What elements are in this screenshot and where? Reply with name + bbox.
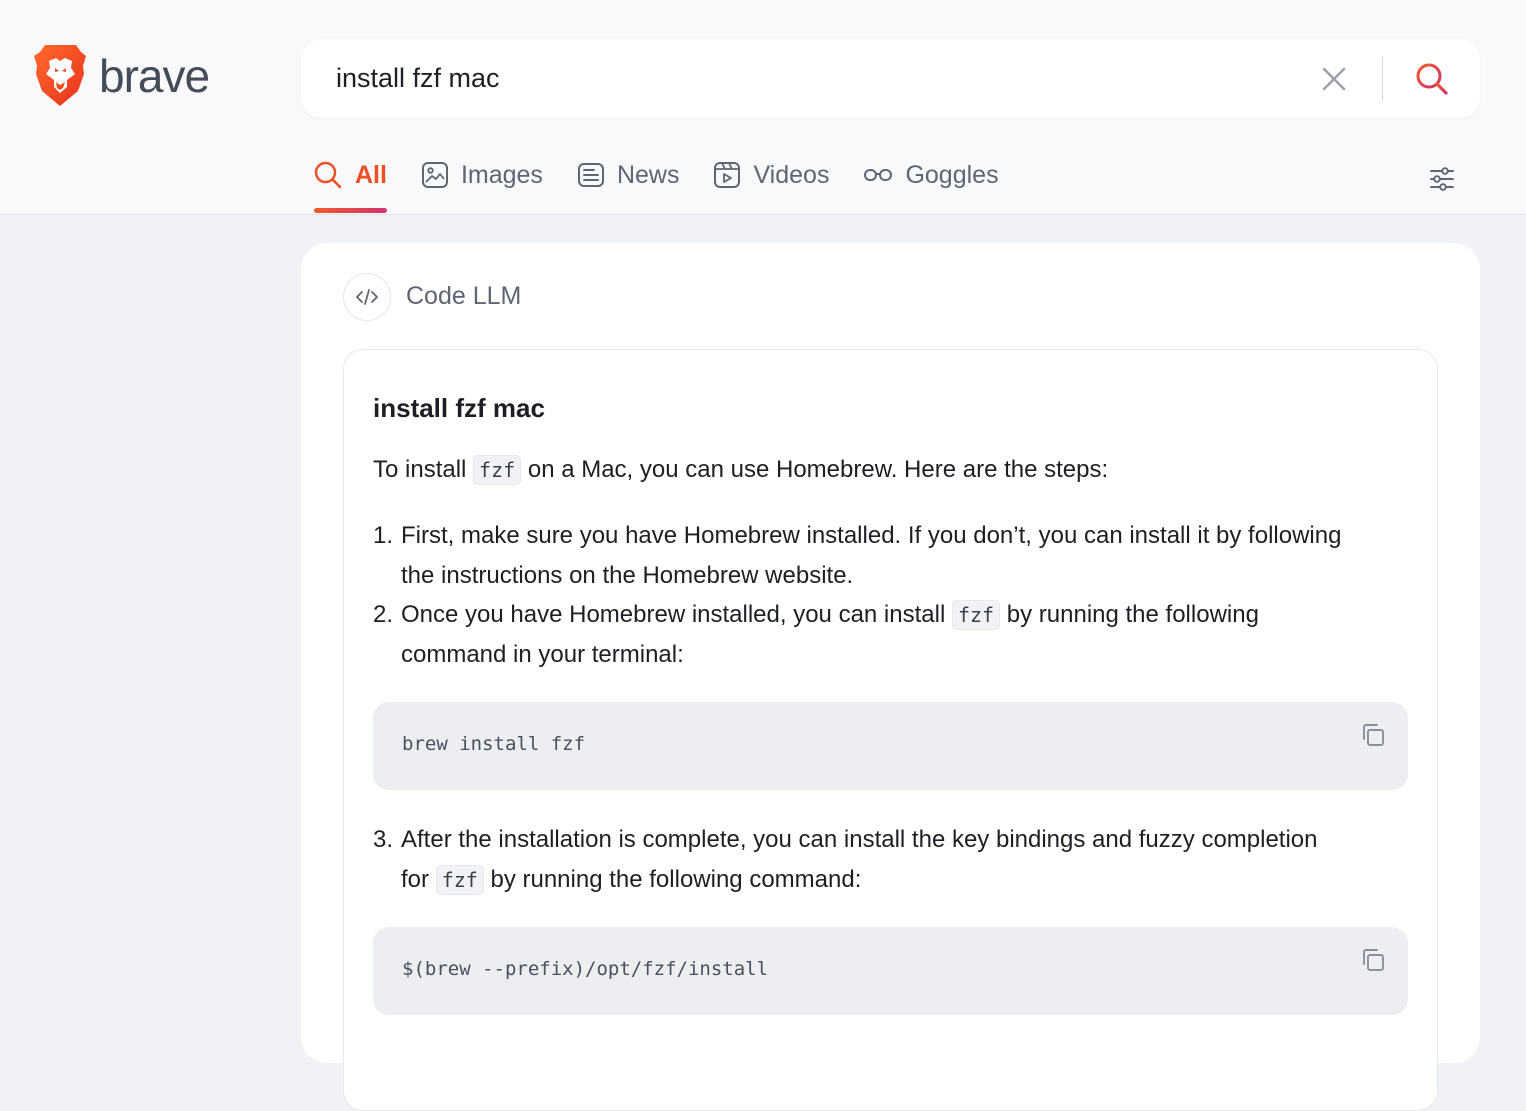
inline-code: fzf	[951, 600, 1001, 630]
brave-lion-icon	[34, 45, 86, 106]
copy-icon[interactable]	[1360, 947, 1386, 973]
tab-news[interactable]: News	[577, 160, 680, 190]
copy-icon[interactable]	[1360, 722, 1386, 748]
tab-goggles-label: Goggles	[905, 160, 999, 189]
image-icon	[421, 162, 448, 188]
header: brave install fzf mac All Images News Vi…	[0, 0, 1526, 215]
search-icon[interactable]	[1414, 61, 1450, 97]
code-block: brew install fzf	[373, 702, 1408, 790]
tab-news-label: News	[616, 160, 680, 189]
step-line: After the installation is complete, you …	[401, 826, 1318, 853]
code-text[interactable]: brew install fzf	[402, 733, 585, 755]
step-number: 3.	[373, 826, 394, 853]
code-llm-badge	[343, 273, 391, 321]
answer-intro: To install fzf on a Mac, you can use Hom…	[373, 450, 1108, 490]
brand-wordmark: brave	[99, 49, 210, 102]
code-llm-panel: Code LLM install fzf mac To install fzf …	[301, 243, 1480, 1111]
search-icon	[314, 161, 342, 189]
tab-all-label: All	[355, 160, 387, 189]
search-tabs: All Images News Videos Goggles	[313, 160, 1033, 190]
step-number: 2.	[373, 601, 394, 628]
step-text-after: by running the following	[1000, 601, 1259, 628]
step-text-after: by running the following command:	[483, 866, 862, 893]
answer-card: install fzf mac To install fzf on a Mac,…	[343, 349, 1438, 1111]
tab-images[interactable]: Images	[421, 161, 543, 190]
tab-videos[interactable]: Videos	[713, 161, 829, 190]
step-3: 3. After the installation is complete, y…	[373, 820, 1318, 900]
step-number: 1.	[373, 522, 394, 549]
answer-title: install fzf mac	[373, 393, 545, 423]
step-line: for fzf by running the following command…	[373, 860, 1318, 900]
close-icon[interactable]	[1319, 64, 1349, 94]
settings-sliders-icon[interactable]	[1428, 165, 1456, 193]
intro-text-before: To install	[373, 456, 474, 483]
step-line: the instructions on the Homebrew website…	[401, 562, 854, 589]
intro-text-after: on a Mac, you can use Homebrew. Here are…	[521, 456, 1109, 483]
brave-logo[interactable]: brave	[34, 44, 210, 107]
code-block: $(brew --prefix)/opt/fzf/install	[373, 927, 1408, 1015]
tab-all[interactable]: All	[313, 160, 387, 190]
search-divider	[1382, 57, 1383, 101]
inline-code: fzf	[473, 455, 522, 485]
step-text-before: Once you have Homebrew installed, you ca…	[401, 601, 952, 628]
tab-videos-label: Videos	[753, 160, 830, 189]
step-line: First, make sure you have Homebrew insta…	[401, 522, 1342, 549]
step-2: 2. Once you have Homebrew installed, you…	[373, 595, 1259, 675]
video-icon	[714, 162, 741, 188]
search-bar: install fzf mac	[301, 39, 1480, 118]
tab-goggles[interactable]: Goggles	[863, 160, 999, 190]
step-1: 1. First, make sure you have Homebrew in…	[373, 516, 1341, 596]
active-tab-indicator	[314, 208, 387, 213]
inline-code: fzf	[435, 865, 484, 895]
code-llm-label: Code LLM	[406, 282, 522, 310]
tab-images-label: Images	[460, 160, 543, 189]
step-text-before: for	[401, 866, 436, 893]
search-input[interactable]: install fzf mac	[336, 63, 500, 94]
step-line: command in your terminal:	[401, 641, 684, 668]
code-text[interactable]: $(brew --prefix)/opt/fzf/install	[402, 958, 768, 980]
step-line: Once you have Homebrew installed, you ca…	[373, 595, 1259, 635]
goggles-icon	[864, 169, 893, 181]
code-icon	[356, 289, 378, 305]
news-icon	[577, 163, 604, 187]
